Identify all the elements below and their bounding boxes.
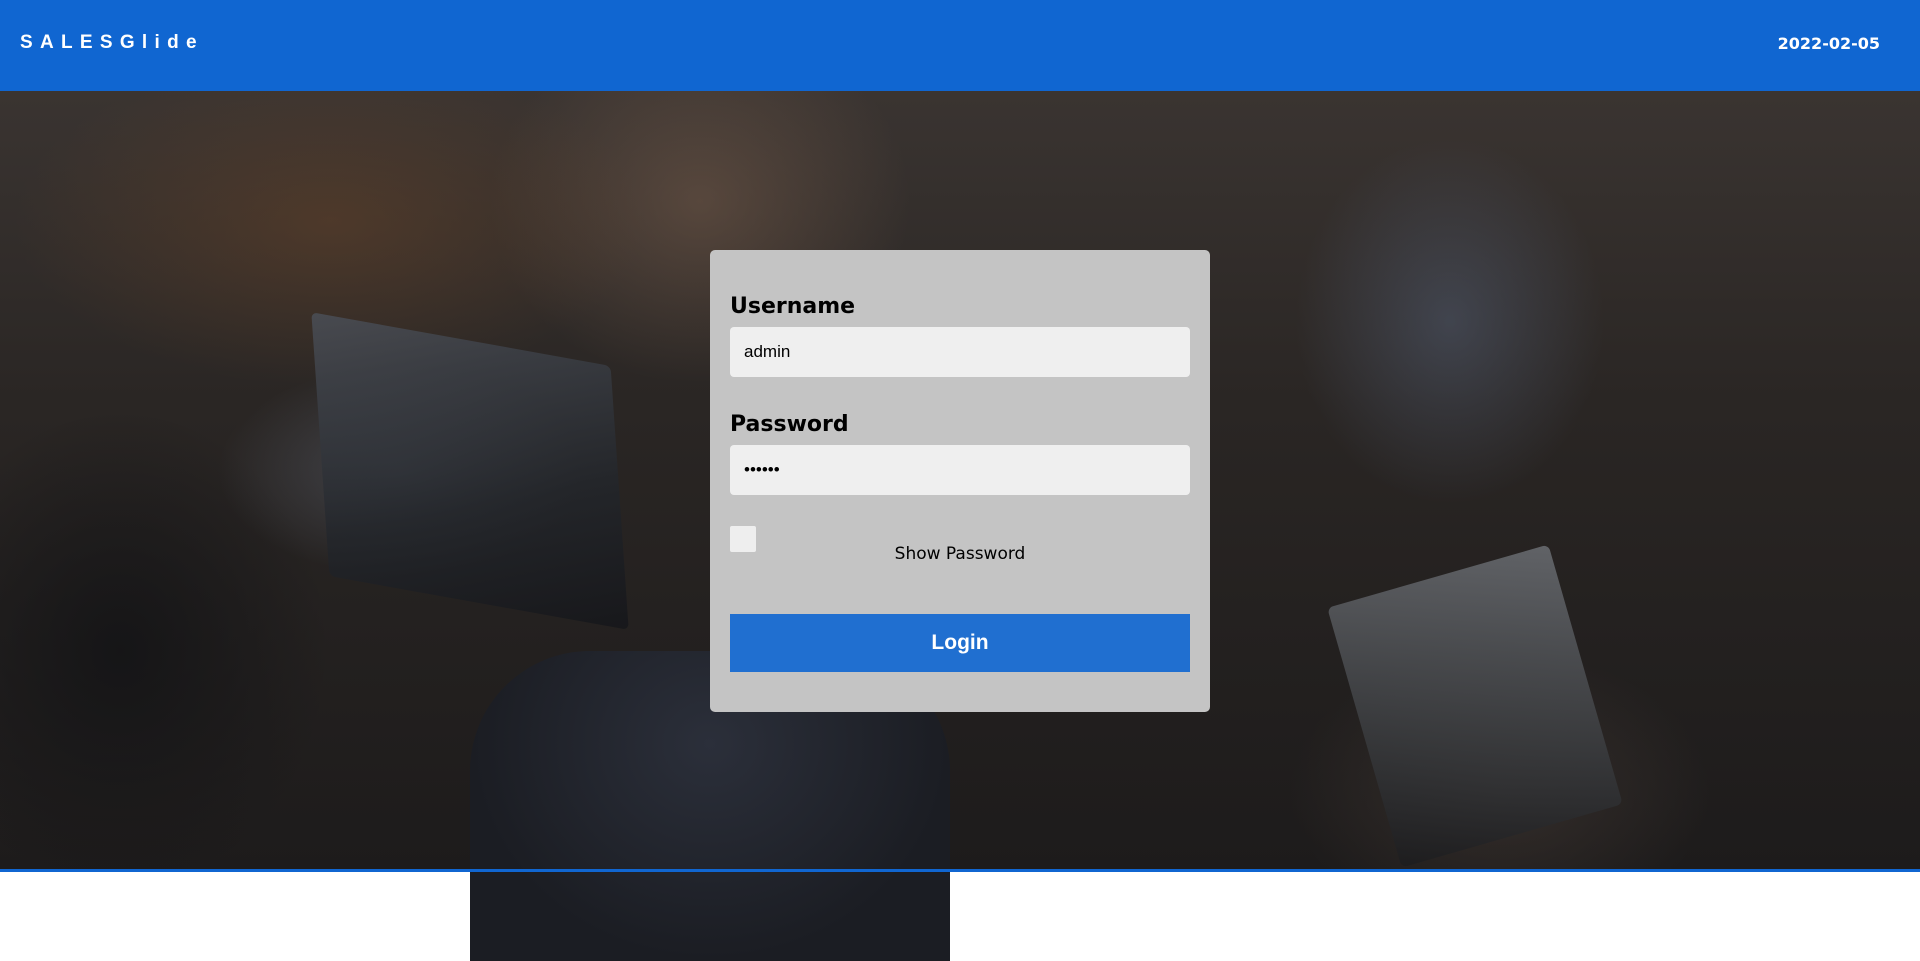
background-laptop-left <box>311 312 629 630</box>
login-button[interactable]: Login <box>730 614 1190 672</box>
username-input[interactable] <box>730 327 1190 377</box>
password-label: Password <box>730 412 849 437</box>
username-label: Username <box>730 294 856 319</box>
login-card: Username Password Show Password Login <box>710 250 1210 712</box>
show-password-label: Show Password <box>894 544 1026 564</box>
top-header: SALESGlide 2022-02-05 <box>0 0 1920 91</box>
password-input[interactable] <box>730 445 1190 495</box>
header-date: 2022-02-05 <box>1777 34 1880 53</box>
background-laptop-right <box>1327 544 1623 868</box>
brand-logo-text: SALESGlide <box>20 32 204 53</box>
